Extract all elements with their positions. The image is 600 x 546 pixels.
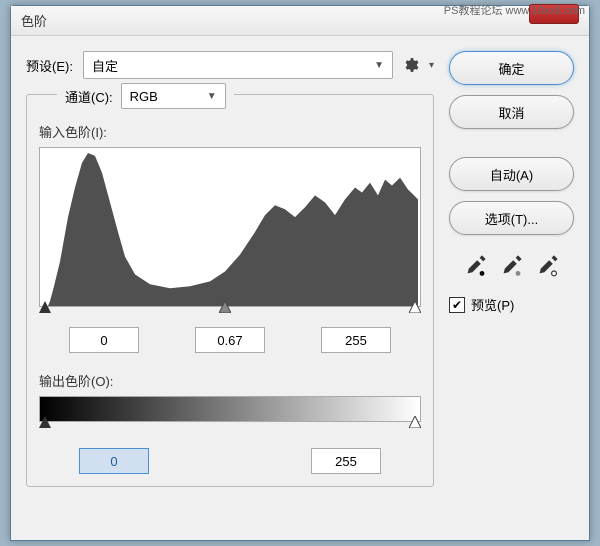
- output-black-handle[interactable]: [39, 416, 51, 428]
- chevron-down-icon: ▼: [207, 91, 217, 102]
- gear-menu-chevron[interactable]: ▾: [429, 60, 434, 71]
- chevron-down-icon: ▼: [374, 60, 384, 71]
- watermark: PS教程论坛 www.16xx8.com: [444, 2, 585, 18]
- input-gamma-field[interactable]: [195, 327, 265, 353]
- ok-button[interactable]: 确定: [449, 51, 574, 85]
- input-white-field[interactable]: [321, 327, 391, 353]
- white-point-handle[interactable]: [409, 301, 421, 313]
- gamma-handle[interactable]: [219, 301, 231, 313]
- black-point-handle[interactable]: [39, 301, 51, 313]
- output-black-field[interactable]: [79, 448, 149, 474]
- output-white-field[interactable]: [311, 448, 381, 474]
- gray-eyedropper-icon[interactable]: [500, 253, 524, 277]
- histogram[interactable]: [39, 147, 421, 307]
- channel-dropdown[interactable]: RGB ▼: [121, 83, 226, 109]
- options-button[interactable]: 选项(T)...: [449, 201, 574, 235]
- output-levels-label: 输出色阶(O):: [39, 371, 421, 390]
- levels-fieldset: 通道(C): RGB ▼ 输入色阶(I):: [26, 94, 434, 487]
- preview-label: 预览(P): [471, 295, 514, 314]
- white-eyedropper-icon[interactable]: [536, 253, 560, 277]
- cancel-button[interactable]: 取消: [449, 95, 574, 129]
- preset-value: 自定: [92, 56, 118, 75]
- input-black-field[interactable]: [69, 327, 139, 353]
- preview-checkbox[interactable]: ✔: [449, 297, 465, 313]
- black-eyedropper-icon[interactable]: [464, 253, 488, 277]
- output-slider[interactable]: [39, 420, 421, 430]
- channel-value: RGB: [130, 89, 158, 104]
- levels-dialog: 色阶 预设(E): 自定 ▼ ▾ 通道(C): RGB: [10, 5, 590, 541]
- auto-button[interactable]: 自动(A): [449, 157, 574, 191]
- eyedropper-tools: [449, 253, 574, 277]
- output-gradient[interactable]: [39, 396, 421, 422]
- window-title: 色阶: [21, 11, 47, 30]
- input-levels-label: 输入色阶(I):: [39, 122, 421, 141]
- input-slider[interactable]: [39, 305, 421, 315]
- channel-label: 通道(C):: [65, 87, 113, 106]
- preset-dropdown[interactable]: 自定 ▼: [83, 51, 393, 79]
- gear-icon[interactable]: [403, 57, 419, 73]
- preset-label: 预设(E):: [26, 56, 73, 75]
- output-white-handle[interactable]: [409, 416, 421, 428]
